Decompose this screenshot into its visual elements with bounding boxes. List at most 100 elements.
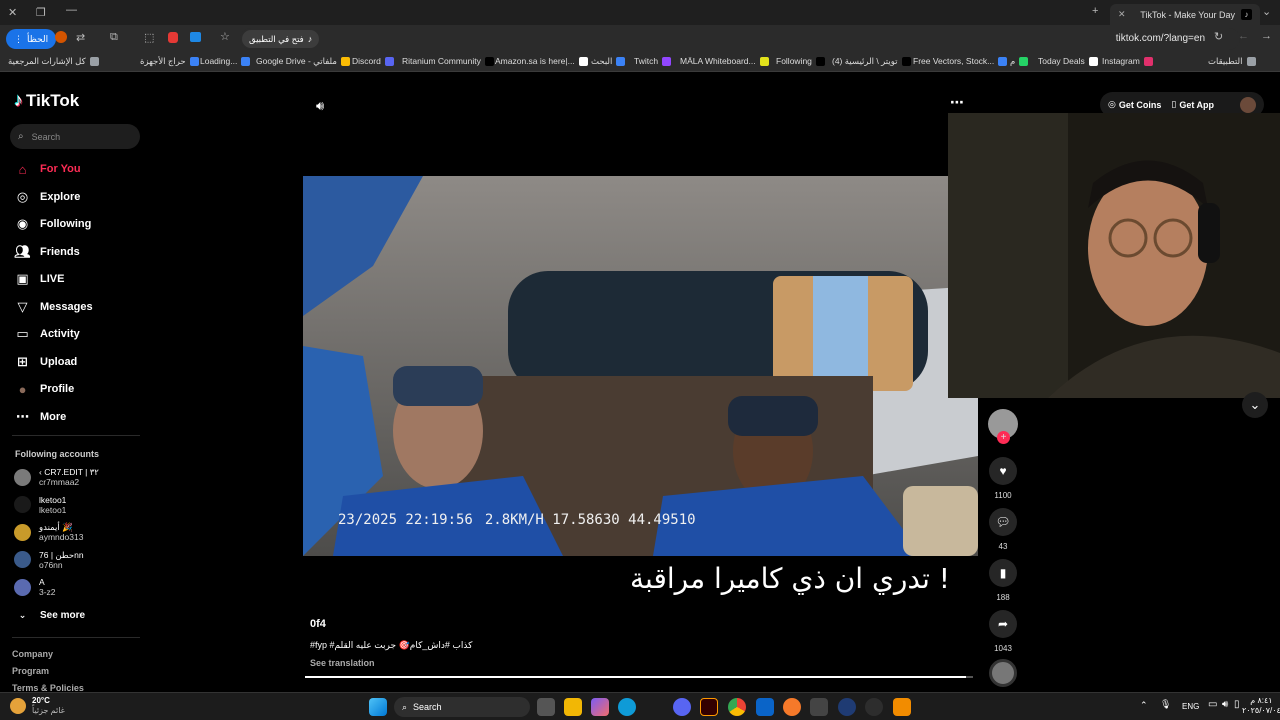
profile-button[interactable]: ⋮ الحظأ <box>6 29 57 49</box>
account-handle: lketoo1 <box>39 504 67 515</box>
bookmark-item[interactable]: كل الإشارات المرجعية <box>8 56 99 67</box>
close-window-icon[interactable]: ✕ <box>8 6 17 19</box>
bookmark-label: Twitch <box>634 56 659 66</box>
footer-link[interactable]: Company <box>12 649 53 659</box>
app-icon[interactable] <box>838 698 856 716</box>
bookmark-item[interactable]: Google Drive - ملفاتي <box>256 56 350 67</box>
follow-plus-icon[interactable]: + <box>997 431 1010 444</box>
like-button[interactable]: ♥ <box>989 457 1017 485</box>
minimize-window-icon[interactable]: — <box>66 4 77 16</box>
video-progress-bar[interactable] <box>305 676 973 678</box>
more-options-icon[interactable]: ⋯ <box>950 94 964 111</box>
get-coins-button[interactable]: ◎ Get Coins <box>1108 99 1161 110</box>
nav-item-profile[interactable]: ● Profile <box>14 379 75 399</box>
forward-icon[interactable]: ← <box>1238 30 1249 42</box>
nav-item-live[interactable]: ▣ LIVE <box>14 269 64 289</box>
bookmark-item[interactable]: Following <box>776 56 825 66</box>
comment-button[interactable]: 💬︎ <box>989 508 1017 536</box>
share-button[interactable]: ➦ <box>989 610 1017 638</box>
save-button[interactable]: ▮ <box>989 559 1017 587</box>
bookmark-item[interactable]: Loading... <box>200 56 251 66</box>
windows-start-icon[interactable] <box>369 698 387 716</box>
copilot-icon[interactable] <box>591 698 609 716</box>
bookmark-item[interactable]: Amazon.sa is here|... <box>495 56 588 66</box>
nav-item-messages[interactable]: ▽ Messages <box>14 297 93 317</box>
following-account[interactable]: ‹ CR7.EDIT | ٣٢ cr7mmaa2 <box>14 467 99 487</box>
tab-search-icon[interactable]: ⌄ <box>1262 5 1271 18</box>
nav-item-explore[interactable]: ◎ Explore <box>14 187 81 207</box>
back-icon[interactable]: → <box>1261 30 1272 42</box>
following-account[interactable]: lketoo1 lketoo1 <box>14 495 66 515</box>
nav-item-activity[interactable]: ▭ Activity <box>14 324 79 344</box>
screenshot-icon[interactable]: ⧉ <box>110 31 118 44</box>
following-account[interactable]: أيمندو 🎉 aymndo313 <box>14 522 83 542</box>
vlc-icon[interactable] <box>893 698 911 716</box>
extensions-puzzle-icon[interactable]: ⬚ <box>144 31 154 44</box>
creator-avatar[interactable]: + <box>988 409 1018 444</box>
see-more-button[interactable]: ⌄ See more <box>14 605 85 625</box>
url-text[interactable]: tiktok.com/?lang=en <box>1116 33 1205 44</box>
bookmark-item[interactable]: Twitch <box>634 56 672 66</box>
blender-icon[interactable] <box>783 698 801 716</box>
task-view-icon[interactable] <box>537 698 555 716</box>
record-extension-icon[interactable] <box>168 32 178 43</box>
volume-icon[interactable]: 🔊︎ <box>316 98 324 114</box>
tab-tiktok[interactable]: ✕ TikTok - Make Your Day ♪ <box>1110 4 1260 25</box>
reload-icon[interactable]: ↻ <box>1214 30 1223 43</box>
bookmark-item[interactable]: Discord <box>352 56 394 66</box>
sound-disc[interactable] <box>989 659 1017 687</box>
following-account[interactable]: 76 | حطنnn o76nn <box>14 550 84 570</box>
volume-icon[interactable]: 🔊︎ <box>1222 699 1228 710</box>
bookmark-item[interactable]: MÄLA Whiteboard... <box>680 56 769 66</box>
video-author[interactable]: 0f4 <box>310 618 326 630</box>
address-bar[interactable] <box>240 28 1240 50</box>
bookmark-item[interactable]: حراج الأجهزة <box>140 56 199 67</box>
nav-item-following[interactable]: ◉ Following <box>14 214 92 234</box>
bookmark-item[interactable]: (4) تويتر \ الرئيسية <box>832 56 911 67</box>
taskbar-search[interactable]: ⌕ Search <box>394 697 530 717</box>
nav-item-friends[interactable]: 👥︎ Friends <box>14 242 80 262</box>
user-avatar[interactable] <box>1240 96 1256 113</box>
microphone-icon[interactable]: 🎙︎ <box>1160 699 1171 710</box>
tray-chevron-icon[interactable]: ⌃ <box>1140 700 1148 711</box>
illustrator-icon[interactable] <box>700 698 718 716</box>
network-icon[interactable]: ▭ <box>1208 699 1217 710</box>
bookmark-item[interactable]: البحث <box>591 56 626 67</box>
bookmark-item[interactable]: التطبيقات <box>1208 56 1256 67</box>
weather-widget[interactable]: 20°C غائم جزئياً <box>10 696 65 716</box>
discord-icon[interactable] <box>673 698 691 716</box>
search-input[interactable]: ⌕ Search <box>10 124 140 149</box>
restore-window-icon[interactable]: ❐ <box>36 6 46 19</box>
edge-icon[interactable] <box>618 698 636 716</box>
clock[interactable]: ٨:٤١ م ٢٠٢٥/٠٧/٠٤ <box>1242 696 1280 716</box>
see-translation-link[interactable]: See translation <box>310 658 375 668</box>
nav-item-more[interactable]: ⋯ More <box>14 407 66 427</box>
app-icon[interactable] <box>865 698 883 716</box>
tiktok-logo[interactable]: ♪ TikTok <box>14 90 79 111</box>
calculator-icon[interactable] <box>810 698 828 716</box>
bookmark-item[interactable]: م <box>1010 56 1029 67</box>
video-player[interactable]: 23/2025 22:19:56 2.8KM/H 17.58630 44.495… <box>303 176 978 556</box>
bookmark-item[interactable]: Free Vectors, Stock... <box>913 56 1008 66</box>
scroll-down-icon[interactable]: ⌄ <box>1242 392 1268 418</box>
get-app-button[interactable]: ▯ Get App <box>1171 99 1214 110</box>
bookmark-star-icon[interactable]: ☆ <box>220 30 230 43</box>
extension-icon[interactable] <box>55 31 67 43</box>
bookmark-item[interactable]: Instagram <box>1102 56 1153 66</box>
cast-icon[interactable] <box>190 32 201 42</box>
language-indicator[interactable]: ENG <box>1182 702 1199 711</box>
mail-icon[interactable] <box>756 698 774 716</box>
following-account[interactable]: A 3-z2 <box>14 577 56 597</box>
open-in-app-button[interactable]: فتح في التطبيق ♪ <box>242 30 320 48</box>
bookmark-item[interactable]: Today Deals <box>1038 56 1098 66</box>
nav-item-upload[interactable]: ⊞ Upload <box>14 352 77 372</box>
bookmark-item[interactable]: Ritanium Community <box>402 56 494 66</box>
translate-icon[interactable]: ⇄ <box>76 31 85 44</box>
new-tab-icon[interactable]: + <box>1092 5 1098 17</box>
nav-item-for-you[interactable]: ⌂ For You <box>14 159 81 179</box>
close-tab-icon[interactable]: ✕ <box>1118 9 1126 20</box>
battery-icon[interactable]: ▯ <box>1234 699 1240 710</box>
footer-link[interactable]: Program <box>12 666 49 676</box>
chrome-icon[interactable] <box>728 698 746 716</box>
file-explorer-icon[interactable] <box>564 698 582 716</box>
